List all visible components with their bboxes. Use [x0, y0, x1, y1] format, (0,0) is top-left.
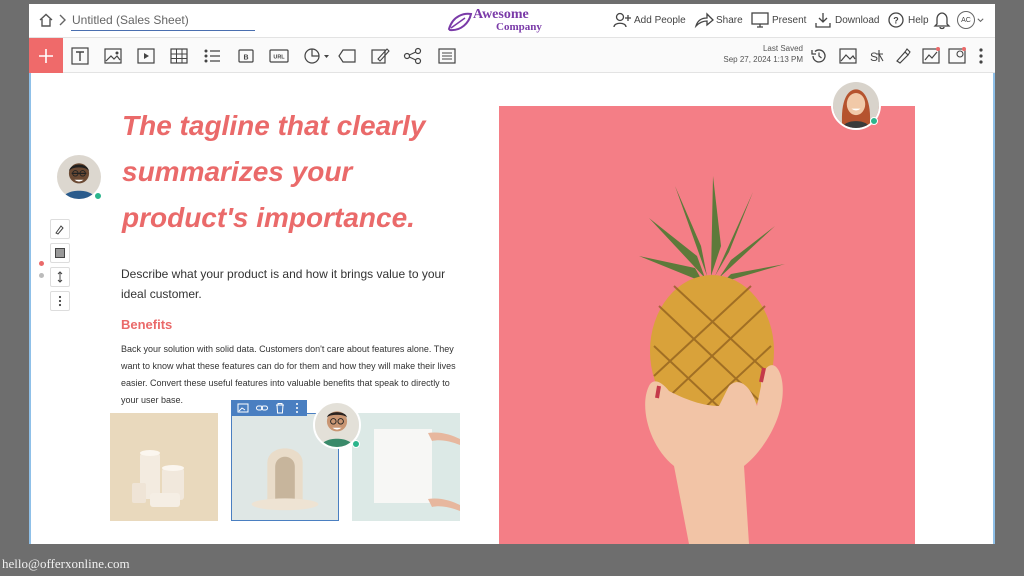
- app-window: Untitled (Sales Sheet) Awesome Company A…: [29, 4, 995, 544]
- video-tool-icon[interactable]: [136, 47, 156, 65]
- online-status-dot: [352, 440, 360, 448]
- blank-paper-image: [352, 413, 460, 521]
- text-tool-icon[interactable]: [70, 47, 90, 65]
- table-tool-icon[interactable]: [169, 47, 189, 65]
- top-bar: Untitled (Sales Sheet) Awesome Company A…: [29, 4, 995, 37]
- company-logo: Awesome Company: [447, 7, 557, 35]
- last-saved-indicator: Last Saved Sep 27, 2024 1:13 PM: [709, 43, 803, 65]
- help-label: Help: [908, 14, 929, 26]
- vertical-resize-icon: [57, 271, 63, 283]
- share-nodes-icon[interactable]: [403, 47, 423, 65]
- element-side-toolbar: [50, 219, 72, 315]
- list-tool-icon[interactable]: [202, 47, 222, 65]
- history-icon[interactable]: [809, 47, 829, 65]
- monitor-icon: [751, 12, 769, 28]
- square-fill-icon: [55, 248, 65, 258]
- product-description[interactable]: Describe what your product is and how it…: [121, 264, 461, 304]
- hero-image-pineapple[interactable]: [499, 106, 915, 544]
- share-label: Share: [716, 14, 743, 26]
- last-saved-time: Sep 27, 2024 1:13 PM: [723, 55, 803, 64]
- more-section-tool[interactable]: [50, 291, 70, 311]
- add-person-icon: [613, 12, 631, 28]
- add-element-button[interactable]: [29, 38, 63, 73]
- benefits-heading[interactable]: Benefits: [121, 317, 172, 332]
- form-tool-icon[interactable]: [437, 47, 457, 65]
- account-avatar: AC: [957, 11, 975, 29]
- background-tool[interactable]: [50, 243, 70, 263]
- section-indicator-active[interactable]: [39, 261, 44, 266]
- design-style-icon[interactable]: [893, 47, 913, 65]
- add-people-label: Add People: [634, 14, 686, 26]
- plus-icon: [39, 48, 53, 63]
- logo-line-2: Company: [496, 21, 542, 33]
- replace-image-icon[interactable]: [237, 402, 249, 414]
- variables-icon[interactable]: S: [866, 47, 886, 65]
- bell-icon[interactable]: [933, 10, 951, 30]
- image-tool-icon[interactable]: [103, 47, 123, 65]
- more-options-icon[interactable]: [975, 47, 987, 65]
- chevron-down-icon: [977, 17, 984, 22]
- benefits-body[interactable]: Back your solution with solid data. Cust…: [121, 341, 461, 409]
- pineapple-in-hand-image: [499, 106, 915, 544]
- online-status-dot: [870, 117, 878, 125]
- editor-toolbar: B URL Last Saved Sep 27, 2024 1:13 PM S: [29, 37, 995, 73]
- image-library-icon[interactable]: [838, 47, 858, 65]
- cylinders-image: [110, 413, 218, 521]
- paint-icon: [55, 225, 64, 235]
- download-icon: [815, 13, 831, 28]
- trash-icon[interactable]: [274, 402, 286, 414]
- svg-text:URL: URL: [273, 55, 285, 61]
- signature-tool-icon[interactable]: [370, 47, 390, 65]
- kebab-icon[interactable]: [293, 402, 301, 414]
- add-people-button[interactable]: Add People: [612, 11, 686, 29]
- editor-canvas: The tagline that clearly summarizes your…: [29, 73, 995, 544]
- share-button[interactable]: Share: [694, 11, 743, 29]
- share-arrow-icon: [694, 12, 714, 29]
- settings-panel-icon[interactable]: [947, 47, 967, 65]
- shape-tool-icon[interactable]: [337, 47, 357, 65]
- document-title-input[interactable]: Untitled (Sales Sheet): [71, 11, 255, 31]
- help-icon: ?: [888, 12, 904, 28]
- tagline-heading[interactable]: The tagline that clearly summarizes your…: [122, 103, 482, 241]
- kebab-icon: [58, 295, 62, 307]
- image-action-toolbar: [231, 400, 307, 416]
- button-tool-icon[interactable]: B: [236, 47, 256, 65]
- link-icon[interactable]: [255, 402, 268, 414]
- spacing-tool[interactable]: [50, 267, 70, 287]
- url-tool-icon[interactable]: URL: [269, 47, 289, 65]
- account-menu[interactable]: AC: [957, 10, 987, 30]
- chevron-right-icon: [59, 14, 66, 26]
- section-indicator[interactable]: [39, 273, 44, 278]
- home-icon[interactable]: [38, 12, 54, 28]
- svg-text:?: ?: [893, 16, 899, 26]
- gallery-image-paper[interactable]: [352, 413, 460, 521]
- download-button[interactable]: Download: [813, 11, 879, 29]
- gallery-image-cylinders[interactable]: [110, 413, 218, 521]
- help-button[interactable]: ? Help: [886, 11, 929, 29]
- style-tool[interactable]: [50, 219, 70, 239]
- svg-text:S: S: [870, 50, 878, 64]
- present-label: Present: [772, 14, 807, 26]
- present-button[interactable]: Present: [750, 11, 806, 29]
- last-saved-label: Last Saved: [762, 44, 803, 53]
- analytics-icon[interactable]: [921, 47, 941, 65]
- chart-tool-icon[interactable]: [303, 47, 331, 65]
- contact-email: hello@offerxonline.com: [2, 556, 130, 571]
- svg-text:B: B: [243, 55, 248, 62]
- online-status-dot: [94, 192, 102, 200]
- leaf-logo-icon: [447, 12, 473, 32]
- download-label: Download: [835, 14, 880, 26]
